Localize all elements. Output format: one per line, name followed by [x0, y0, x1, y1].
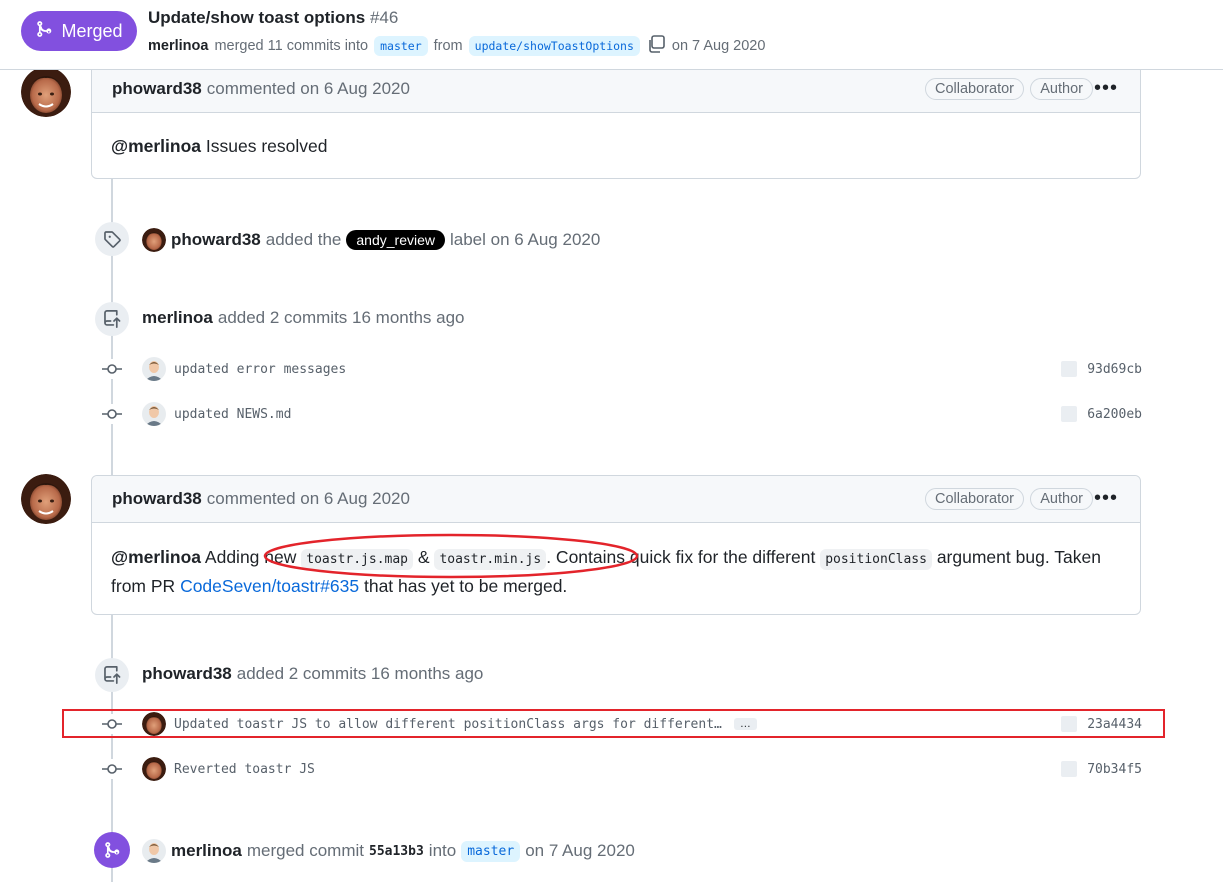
- event-text: added the: [265, 230, 342, 249]
- pr-title: Update/show toast options #46: [148, 8, 398, 28]
- merged-state-badge[interactable]: Merged: [21, 11, 137, 51]
- merge-commit-sha[interactable]: 55a13b3: [369, 844, 424, 859]
- merged-text: merged 11 commits into: [214, 38, 369, 54]
- label-andy-review[interactable]: andy_review: [346, 230, 445, 250]
- verified-placeholder: [1061, 406, 1078, 422]
- verified-placeholder: [1061, 361, 1078, 377]
- event-text: merged commit: [246, 841, 364, 860]
- commit-message[interactable]: Reverted toastr JS: [174, 762, 315, 777]
- avatar-phoward38[interactable]: [21, 474, 71, 524]
- comment-menu-button[interactable]: •••: [1094, 77, 1118, 100]
- avatar-phoward38-small[interactable]: [142, 757, 166, 781]
- annotation-rectangle: [62, 709, 1165, 738]
- comment-author[interactable]: phoward38: [112, 489, 202, 509]
- repo-push-icon: [95, 658, 129, 692]
- inline-code: positionClass: [820, 549, 932, 570]
- comment-header: phoward38 commented on 6 Aug 2020 Collab…: [92, 66, 1140, 113]
- git-commit-icon: [102, 759, 122, 779]
- label-event: phoward38 added the andy_review label on…: [142, 228, 600, 252]
- commit-sha[interactable]: 93d69cb: [1087, 362, 1142, 377]
- comment-card: phoward38 commented on 6 Aug 2020 Collab…: [91, 65, 1141, 179]
- commit-row[interactable]: updated NEWS.md 6a200eb: [102, 401, 1142, 427]
- merged-date: on 7 Aug 2020: [671, 38, 766, 54]
- merger-link[interactable]: merlinoa: [148, 38, 208, 54]
- comment-author[interactable]: phoward38: [112, 79, 202, 99]
- comment-header: phoward38 commented on 6 Aug 2020 Collab…: [92, 476, 1140, 523]
- merge-event: merlinoa merged commit 55a13b3 into mast…: [142, 839, 635, 863]
- repo-push-icon: [95, 302, 129, 336]
- event-actor[interactable]: merlinoa: [171, 841, 242, 861]
- verified-placeholder: [1061, 761, 1078, 777]
- event-actor[interactable]: phoward38: [171, 230, 261, 250]
- avatar-merlinoa-small[interactable]: [142, 402, 166, 426]
- comment-text: argument bug. Taken: [936, 547, 1101, 567]
- event-text[interactable]: added 2 commits 16 months ago: [218, 308, 465, 328]
- comment-text: from PR: [111, 576, 176, 596]
- avatar-phoward38-small[interactable]: [142, 228, 166, 252]
- avatar-merlinoa-small[interactable]: [142, 357, 166, 381]
- push-event: phoward38 added 2 commits 16 months ago: [142, 664, 483, 684]
- copy-branch-icon[interactable]: [646, 34, 666, 58]
- commit-sha[interactable]: 6a200eb: [1087, 407, 1142, 422]
- pr-sticky-header: Merged Update/show toast options #46 mer…: [0, 0, 1223, 70]
- git-commit-icon: [102, 359, 122, 379]
- event-actor[interactable]: merlinoa: [142, 308, 213, 328]
- pr-number: #46: [369, 8, 399, 27]
- collaborator-badge: Collaborator: [925, 78, 1024, 100]
- comment-text: Issues resolved: [205, 136, 328, 156]
- event-text[interactable]: added 2 commits 16 months ago: [237, 664, 484, 684]
- annotation-ellipse: [263, 533, 639, 579]
- mention[interactable]: @merlinoa: [111, 547, 201, 567]
- comment-menu-button[interactable]: •••: [1094, 487, 1118, 510]
- commit-row[interactable]: updated error messages 93d69cb: [102, 356, 1142, 382]
- commit-row[interactable]: Reverted toastr JS 70b34f5: [102, 756, 1142, 782]
- commit-message[interactable]: updated error messages: [174, 362, 346, 377]
- event-text-end: label on 6 Aug 2020: [450, 230, 601, 249]
- git-commit-icon: [102, 404, 122, 424]
- commit-sha[interactable]: 70b34f5: [1087, 762, 1142, 777]
- push-event: merlinoa added 2 commits 16 months ago: [142, 308, 465, 328]
- comment-timestamp[interactable]: commented on 6 Aug 2020: [207, 489, 410, 509]
- from-text: from: [433, 38, 463, 54]
- event-text: on 7 Aug 2020: [525, 841, 635, 860]
- comment-timestamp[interactable]: commented on 6 Aug 2020: [207, 79, 410, 99]
- comment-body: @merlinoa Issues resolved: [92, 113, 1140, 180]
- event-text: into: [428, 841, 457, 860]
- commit-message[interactable]: updated NEWS.md: [174, 407, 291, 422]
- mention[interactable]: @merlinoa: [111, 136, 201, 156]
- tag-icon: [95, 222, 129, 256]
- collaborator-badge: Collaborator: [925, 488, 1024, 510]
- author-badge: Author: [1030, 488, 1093, 510]
- merge-event-icon: [94, 832, 130, 868]
- merge-icon: [35, 20, 53, 43]
- author-badge: Author: [1030, 78, 1093, 100]
- pr-meta: merlinoa merged 11 commits into master f…: [148, 34, 765, 58]
- avatar-phoward38[interactable]: [21, 67, 71, 117]
- base-branch[interactable]: master: [374, 36, 428, 56]
- merged-label: Merged: [61, 20, 123, 41]
- head-branch[interactable]: update/showToastOptions: [468, 36, 640, 56]
- event-actor[interactable]: phoward38: [142, 664, 232, 684]
- base-branch[interactable]: master: [461, 840, 521, 862]
- pr-title-text: Update/show toast options: [148, 8, 366, 27]
- avatar-merlinoa-small[interactable]: [142, 839, 166, 863]
